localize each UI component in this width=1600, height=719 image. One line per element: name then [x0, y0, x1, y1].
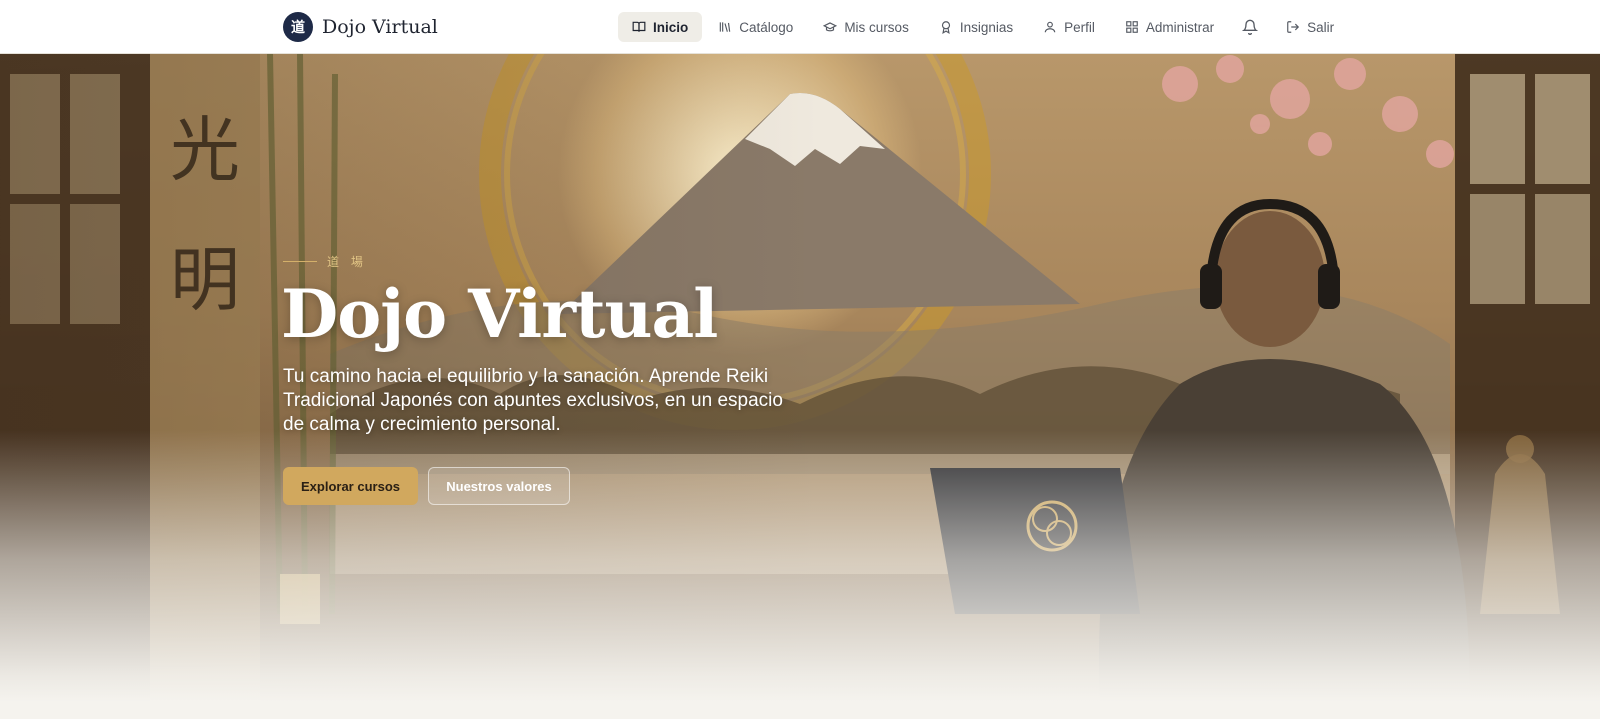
- brand-name: Dojo Virtual: [322, 16, 438, 38]
- hero-subtitle: Tu camino hacia el equilibrio y la sanac…: [283, 366, 783, 435]
- graduation-cap-icon: [823, 22, 838, 32]
- brand-logo: 道: [283, 12, 313, 42]
- our-values-button[interactable]: Nuestros valores: [428, 467, 570, 505]
- hero-eyebrow: 道 場: [283, 253, 367, 270]
- hero-section: 光 明: [0, 54, 1600, 702]
- grid-icon: [1126, 21, 1138, 33]
- nav-item-label: Catálogo: [739, 19, 794, 35]
- hero-title: Dojo Virtual: [281, 275, 718, 353]
- top-navbar: 道 Dojo Virtual Inicio Catálogo Mis curso…: [0, 0, 1600, 54]
- nav-item-mis-cursos[interactable]: Mis cursos: [809, 12, 923, 42]
- nav-item-inicio[interactable]: Inicio: [618, 12, 703, 42]
- logout-icon: [1287, 21, 1300, 33]
- nav-item-insignias[interactable]: Insignias: [925, 12, 1027, 42]
- nav-item-label: Mis cursos: [844, 19, 909, 35]
- nav-item-perfil[interactable]: Perfil: [1029, 12, 1109, 42]
- bell-icon: [1242, 19, 1259, 35]
- nav-item-label: Insignias: [959, 19, 1014, 35]
- nav-item-catalogo[interactable]: Catálogo: [704, 12, 807, 42]
- nav-item-label: Inicio: [653, 19, 689, 35]
- eyebrow-text: 道 場: [327, 255, 367, 269]
- nav-item-label: Administrar: [1145, 19, 1215, 35]
- nav-item-administrar[interactable]: Administrar: [1111, 12, 1228, 42]
- nav-item-label: Salir: [1307, 19, 1335, 35]
- eyebrow-divider: [283, 261, 317, 262]
- hero-bottom-fade: [0, 54, 1600, 702]
- award-icon: [941, 21, 950, 34]
- library-icon: [720, 22, 731, 32]
- user-icon: [1044, 21, 1056, 33]
- main-menu: Inicio Catálogo Mis cursos Insignias Per…: [618, 12, 1350, 42]
- nav-item-label: Perfil: [1064, 19, 1095, 35]
- nav-item-salir[interactable]: Salir: [1272, 12, 1348, 42]
- explore-courses-button[interactable]: Explorar cursos: [283, 467, 418, 505]
- book-open-icon: [632, 21, 646, 32]
- notifications-button[interactable]: [1230, 12, 1270, 42]
- brand[interactable]: 道 Dojo Virtual: [283, 12, 438, 42]
